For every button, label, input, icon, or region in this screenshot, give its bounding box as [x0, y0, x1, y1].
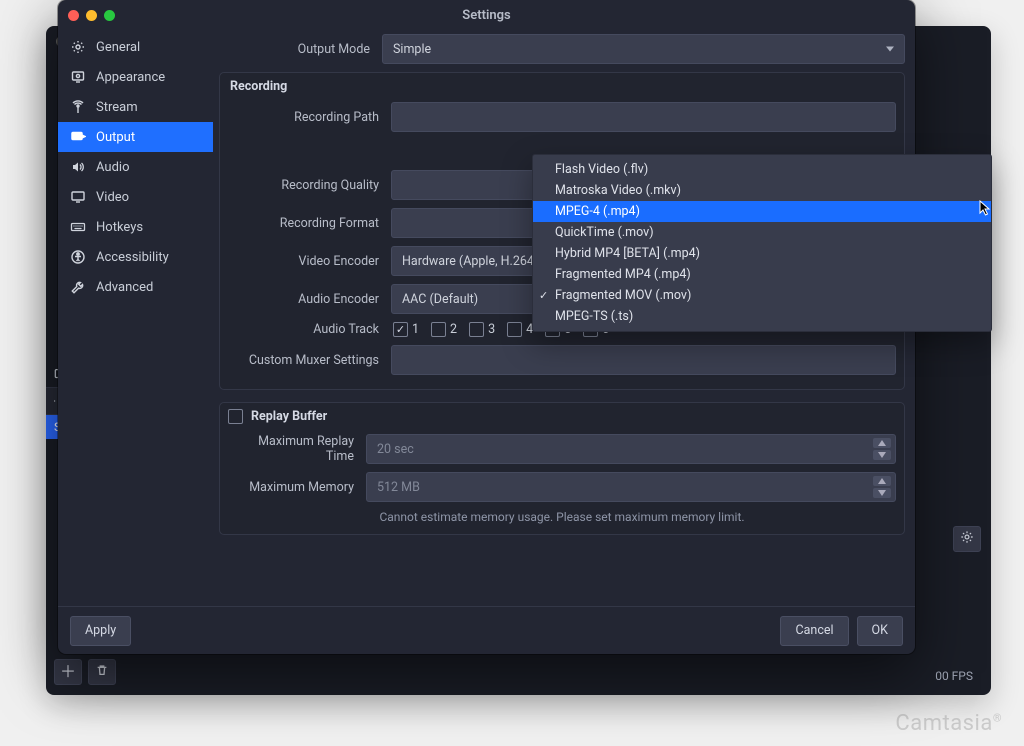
chevron-down-icon[interactable] [873, 488, 891, 498]
row-output-mode: Output Mode Simple [219, 34, 905, 64]
sidebar-item-label: Appearance [96, 70, 165, 85]
audio-track-4-checkbox[interactable] [507, 322, 522, 337]
output-mode-label: Output Mode [219, 42, 374, 57]
output-mode-value: Simple [393, 42, 431, 57]
sidebar-item-advanced[interactable]: Advanced [58, 272, 213, 302]
settings-traffic-lights[interactable] [68, 10, 115, 21]
gear-icon [70, 39, 86, 55]
sidebar-item-label: Advanced [96, 280, 153, 295]
minimize-icon[interactable] [86, 10, 97, 21]
audio-track-2-checkbox[interactable] [431, 322, 446, 337]
output-icon [70, 129, 86, 145]
recording-quality-label: Recording Quality [228, 178, 383, 193]
zoom-icon[interactable] [104, 10, 115, 21]
accessibility-icon [70, 249, 86, 265]
sidebar-item-appearance[interactable]: Appearance [58, 62, 213, 92]
scene-dock-toolbar: ＋ [54, 659, 116, 685]
watermark: Camtasia® [895, 710, 1002, 736]
cancel-button[interactable]: Cancel [780, 616, 848, 646]
max-replay-time-label: Maximum Replay Time [228, 434, 358, 464]
recording-path-label: Recording Path [228, 110, 383, 125]
sidebar-item-label: Audio [96, 160, 129, 175]
sidebar-item-label: Output [96, 130, 135, 145]
settings-titlebar: Settings [58, 0, 915, 30]
sidebar-item-hotkeys[interactable]: Hotkeys [58, 212, 213, 242]
audio-track-3-checkbox[interactable] [469, 322, 484, 337]
wrench-icon [70, 279, 86, 295]
monitor-icon [70, 189, 86, 205]
settings-dialog: Settings General Appearance Stream Outpu… [58, 0, 915, 654]
settings-content: Output Mode Simple Recording Recording P… [213, 30, 915, 606]
replay-buffer-checkbox[interactable] [228, 409, 243, 424]
dialog-footer: Apply Cancel OK [58, 606, 915, 654]
sidebar-item-label: Stream [96, 100, 138, 115]
custom-muxer-label: Custom Muxer Settings [228, 353, 383, 368]
sidebar-item-label: Hotkeys [96, 220, 143, 235]
sidebar-item-accessibility[interactable]: Accessibility [58, 242, 213, 272]
recording-format-dropdown[interactable]: Flash Video (.flv)Matroska Video (.mkv)M… [532, 154, 992, 332]
sidebar-item-audio[interactable]: Audio [58, 152, 213, 182]
audio-encoder-label: Audio Encoder [228, 292, 383, 307]
dropdown-option[interactable]: MPEG-TS (.ts) [533, 306, 991, 327]
recording-heading: Recording [230, 79, 896, 94]
add-scene-button[interactable]: ＋ [54, 659, 82, 685]
output-mode-select[interactable]: Simple [382, 34, 905, 64]
dropdown-option[interactable]: QuickTime (.mov) [533, 222, 991, 243]
max-memory-label: Maximum Memory [228, 480, 358, 495]
audio-track-1-checkbox[interactable] [393, 322, 408, 337]
video-encoder-label: Video Encoder [228, 254, 383, 269]
sidebar-item-video[interactable]: Video [58, 182, 213, 212]
dropdown-option[interactable]: MPEG-4 (.mp4) [533, 201, 991, 222]
close-icon[interactable] [68, 10, 79, 21]
dropdown-option[interactable]: Matroska Video (.mkv) [533, 180, 991, 201]
fps-readout: 00 FPS [935, 669, 973, 683]
sidebar-item-general[interactable]: General [58, 32, 213, 62]
max-memory-spinbox[interactable]: 512 MB [366, 472, 896, 502]
custom-muxer-input[interactable] [391, 345, 896, 375]
replay-buffer-info: Cannot estimate memory usage. Please set… [228, 510, 896, 524]
recording-format-label: Recording Format [228, 216, 383, 231]
antenna-icon [70, 99, 86, 115]
audio-track-label: Audio Track [228, 322, 383, 337]
dropdown-option[interactable]: Fragmented MP4 (.mp4) [533, 264, 991, 285]
replay-buffer-section: Replay Buffer Maximum Replay Time 20 sec… [219, 402, 905, 535]
speaker-icon [70, 159, 86, 175]
remove-scene-button[interactable] [88, 659, 116, 685]
sidebar-item-output[interactable]: Output [58, 122, 213, 152]
apply-button[interactable]: Apply [70, 616, 131, 646]
max-replay-time-spinbox[interactable]: 20 sec [366, 434, 896, 464]
dropdown-option[interactable]: Flash Video (.flv) [533, 159, 991, 180]
chevron-down-icon[interactable] [873, 450, 891, 460]
settings-sidebar: General Appearance Stream Output Audio V… [58, 30, 213, 606]
paint-icon [70, 69, 86, 85]
sidebar-item-label: Accessibility [96, 250, 169, 265]
sidebar-item-stream[interactable]: Stream [58, 92, 213, 122]
replay-buffer-heading: Replay Buffer [251, 409, 327, 424]
recording-path-input[interactable] [391, 102, 896, 132]
dialog-title: Settings [462, 8, 510, 23]
keyboard-icon [70, 219, 86, 235]
sidebar-item-label: General [96, 40, 140, 55]
chevron-up-icon[interactable] [873, 438, 891, 448]
ok-button[interactable]: OK [857, 616, 903, 646]
settings-gear-button[interactable] [953, 526, 981, 552]
chevron-up-icon[interactable] [873, 476, 891, 486]
dropdown-option[interactable]: Fragmented MOV (.mov) [533, 285, 991, 306]
sidebar-item-label: Video [96, 190, 129, 205]
dropdown-option[interactable]: Hybrid MP4 [BETA] (.mp4) [533, 243, 991, 264]
